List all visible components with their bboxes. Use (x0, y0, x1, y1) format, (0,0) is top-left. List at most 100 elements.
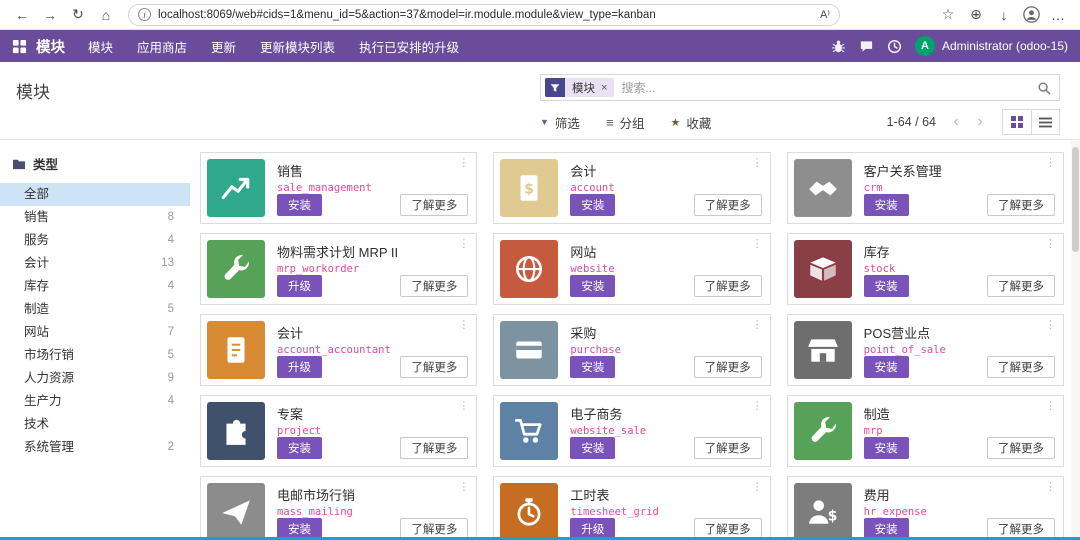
read-aloud-icon[interactable]: A⁾ (820, 8, 830, 21)
favorites-icon[interactable]: ☆ (936, 3, 960, 27)
install-button[interactable]: 安装 (863, 356, 909, 378)
user-avatar[interactable]: A (914, 36, 935, 56)
sidebar-item[interactable]: 服务 4 (0, 229, 190, 252)
refresh-icon[interactable]: ↻ (66, 3, 90, 27)
back-icon[interactable]: ← (10, 3, 34, 27)
kebab-menu-icon[interactable]: ⋮ (1045, 399, 1056, 412)
browser-profile-icon[interactable] (1020, 4, 1042, 26)
app-name[interactable]: 模块 (36, 36, 65, 57)
sidebar-item[interactable]: 技术 (0, 413, 190, 436)
kebab-menu-icon[interactable]: ⋮ (458, 156, 469, 169)
search-bar[interactable]: 模块 × (540, 74, 1060, 101)
browser-settings-icon[interactable]: … (1046, 3, 1070, 27)
sidebar-item[interactable]: 制造 5 (0, 298, 190, 321)
filters-button[interactable]: ▼ 筛选 (540, 113, 580, 132)
install-button[interactable]: 安装 (570, 275, 616, 297)
module-card[interactable]: 工时表 timesheet_grid 升级 了解更多 ⋮ (493, 476, 771, 540)
module-card[interactable]: 销售 sale_management 安装 了解更多 ⋮ (200, 152, 478, 224)
module-card[interactable]: 客户关系管理 crm 安装 了解更多 ⋮ (786, 152, 1064, 224)
apps-menu-icon[interactable] (12, 39, 27, 54)
module-card[interactable]: 制造 mrp 安装 了解更多 ⋮ (786, 395, 1064, 467)
home-icon[interactable]: ⌂ (94, 3, 118, 27)
learn-more-button[interactable]: 了解更多 (987, 275, 1055, 297)
collections-icon[interactable]: ⊕ (964, 3, 988, 27)
install-button[interactable]: 安装 (863, 194, 909, 216)
install-button[interactable]: 安装 (570, 194, 616, 216)
groupby-button[interactable]: ≡ 分组 (606, 113, 645, 132)
kebab-menu-icon[interactable]: ⋮ (458, 237, 469, 250)
module-card[interactable]: $ 费用 hr_expense 安装 了解更多 ⋮ (786, 476, 1064, 540)
learn-more-button[interactable]: 了解更多 (693, 194, 762, 216)
kebab-menu-icon[interactable]: ⋮ (752, 237, 763, 250)
scrollbar-thumb[interactable] (1072, 147, 1079, 252)
module-card[interactable]: 采购 purchase 安装 了解更多 ⋮ (493, 314, 771, 386)
install-button[interactable]: 安装 (277, 437, 322, 459)
address-bar[interactable]: i localhost:8069/web#cids=1&menu_id=5&ac… (128, 3, 840, 26)
navbar-menu-item[interactable]: 执行已安排的升级 (348, 32, 470, 61)
sidebar-item[interactable]: 系统管理 2 (0, 436, 190, 459)
install-button[interactable]: 安装 (863, 437, 909, 459)
debug-bug-icon[interactable] (831, 39, 846, 54)
kebab-menu-icon[interactable]: ⋮ (458, 399, 469, 412)
kebab-menu-icon[interactable]: ⋮ (752, 318, 763, 331)
sidebar-item[interactable]: 网站 7 (0, 321, 190, 344)
search-input[interactable] (621, 80, 1030, 95)
sidebar-item[interactable]: 市场行销 5 (0, 344, 190, 367)
activities-clock-icon[interactable] (887, 39, 902, 54)
module-card[interactable]: $ 会计 account 安装 了解更多 ⋮ (493, 152, 771, 224)
install-button[interactable]: 安装 (277, 194, 322, 216)
search-facet[interactable]: 模块 × (545, 78, 615, 97)
messages-icon[interactable] (859, 39, 874, 54)
learn-more-button[interactable]: 了解更多 (987, 437, 1055, 459)
facet-remove-icon[interactable]: × (601, 82, 607, 94)
module-card[interactable]: 库存 stock 安装 了解更多 ⋮ (786, 233, 1064, 305)
install-button[interactable]: 安装 (570, 356, 616, 378)
kebab-menu-icon[interactable]: ⋮ (1045, 480, 1056, 493)
learn-more-button[interactable]: 了解更多 (987, 194, 1055, 216)
search-icon[interactable] (1037, 81, 1051, 95)
kebab-menu-icon[interactable]: ⋮ (752, 480, 763, 493)
module-card[interactable]: POS营业点 point_of_sale 安装 了解更多 ⋮ (786, 314, 1064, 386)
learn-more-button[interactable]: 了解更多 (400, 437, 469, 459)
module-card[interactable]: 会计 account_accountant 升级 了解更多 ⋮ (200, 314, 478, 386)
install-button[interactable]: 安装 (863, 275, 909, 297)
learn-more-button[interactable]: 了解更多 (400, 194, 469, 216)
sidebar-item[interactable]: 全部 (0, 183, 190, 206)
kanban-view-button[interactable] (1003, 110, 1031, 134)
list-view-button[interactable] (1031, 110, 1059, 134)
learn-more-button[interactable]: 了解更多 (400, 356, 469, 378)
module-card[interactable]: 网站 website 安装 了解更多 ⋮ (493, 233, 771, 305)
kebab-menu-icon[interactable]: ⋮ (1045, 237, 1056, 250)
learn-more-button[interactable]: 了解更多 (693, 356, 762, 378)
module-card[interactable]: 专案 project 安装 了解更多 ⋮ (200, 395, 478, 467)
module-card[interactable]: 电子商务 website_sale 安装 了解更多 ⋮ (493, 395, 771, 467)
learn-more-button[interactable]: 了解更多 (400, 275, 469, 297)
navbar-menu-item[interactable]: 更新模块列表 (249, 32, 346, 61)
kebab-menu-icon[interactable]: ⋮ (1045, 318, 1056, 331)
learn-more-button[interactable]: 了解更多 (693, 275, 762, 297)
module-card[interactable]: 物料需求计划 MRP II mrp_workorder 升级 了解更多 ⋮ (200, 233, 478, 305)
kebab-menu-icon[interactable]: ⋮ (458, 318, 469, 331)
page-info-icon[interactable]: i (138, 8, 151, 21)
sidebar-item[interactable]: 会计 13 (0, 252, 190, 275)
kebab-menu-icon[interactable]: ⋮ (752, 156, 763, 169)
sidebar-item[interactable]: 销售 8 (0, 206, 190, 229)
sidebar-item[interactable]: 人力资源 9 (0, 367, 190, 390)
install-button[interactable]: 安装 (570, 437, 616, 459)
sidebar-item[interactable]: 库存 4 (0, 275, 190, 298)
scrollbar-track[interactable] (1071, 141, 1080, 537)
navbar-menu-item[interactable]: 更新 (200, 32, 247, 61)
sidebar-item[interactable]: 生产力 4 (0, 390, 190, 413)
learn-more-button[interactable]: 了解更多 (693, 437, 762, 459)
navbar-menu-item[interactable]: 应用商店 (126, 32, 198, 61)
navbar-menu-item[interactable]: 模块 (77, 32, 124, 61)
kebab-menu-icon[interactable]: ⋮ (752, 399, 763, 412)
kebab-menu-icon[interactable]: ⋮ (1045, 156, 1056, 169)
user-name[interactable]: Administrator (odoo-15) (942, 39, 1068, 53)
module-card[interactable]: 电邮市场行销 mass_mailing 安装 了解更多 ⋮ (200, 476, 478, 540)
kebab-menu-icon[interactable]: ⋮ (458, 480, 469, 493)
favorites-button[interactable]: ★ 收藏 (671, 113, 712, 132)
pager-next-icon[interactable]: › (972, 114, 988, 130)
forward-icon[interactable]: → (38, 3, 62, 27)
install-button[interactable]: 升级 (277, 356, 322, 378)
